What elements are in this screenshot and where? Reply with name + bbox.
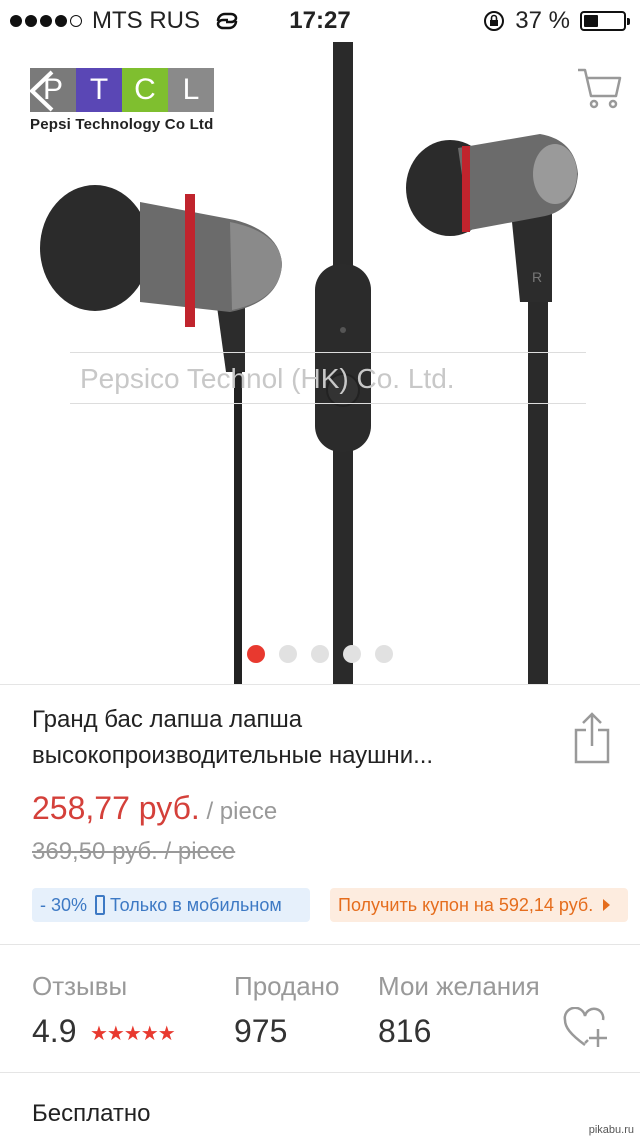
price-unit: / piece	[199, 798, 278, 825]
mobile-discount-badge: - 30% Только в мобильном	[32, 888, 310, 922]
product-title[interactable]: Гранд бас лапша лапша высокопроизводител…	[32, 702, 532, 774]
product-price: 258,77 руб. / piece	[32, 790, 277, 827]
shipping-label[interactable]: Бесплатно	[32, 1100, 151, 1128]
pager-dot[interactable]	[311, 645, 329, 663]
phone-icon	[95, 895, 106, 915]
wishlist-value: 816	[378, 1013, 432, 1049]
pager-dot[interactable]	[279, 645, 297, 663]
sold-label: Продано	[234, 971, 340, 1001]
battery-icon	[580, 11, 630, 31]
wishlist-label: Мои желания	[378, 971, 540, 1001]
discount-percent: - 30%	[40, 894, 88, 915]
rating-stars: ★★★★★	[90, 1023, 176, 1045]
get-coupon-button[interactable]: Получить купон на 592,14 руб.	[330, 888, 628, 922]
status-bar: MTS RUS 17:27 37 %	[0, 0, 640, 42]
rotation-lock-icon	[484, 11, 505, 31]
logo-letter-t: T	[76, 68, 122, 112]
back-chevron-icon[interactable]	[22, 68, 62, 114]
price-value: 258,77 руб.	[32, 790, 200, 826]
old-price: 369,50 руб. / piece	[32, 838, 236, 865]
rating-value[interactable]: 4.9	[32, 1013, 76, 1050]
coupon-label: Получить купон на 592,14 руб.	[338, 894, 594, 915]
sold-value: 975	[234, 1013, 288, 1049]
reviews-label[interactable]: Отзывы	[32, 971, 127, 1002]
svg-text:R: R	[532, 269, 542, 285]
product-stats: Отзывы 4.9 ★★★★★ Продано 975 Мои желания…	[0, 945, 640, 1071]
pager-dot[interactable]	[247, 645, 265, 663]
site-watermark: pikabu.ru	[588, 1124, 634, 1136]
arrow-right-icon	[603, 899, 611, 911]
logo-letter-l: L	[168, 68, 214, 112]
brand-subtitle: Pepsi Technology Co Ltd	[30, 116, 214, 133]
add-to-wishlist-heart-icon[interactable]	[562, 1007, 608, 1049]
logo-letter-c: C	[122, 68, 168, 112]
battery-percent: 37 %	[515, 7, 570, 34]
mobile-only-label: Только в мобильном	[110, 894, 282, 915]
image-pager[interactable]	[0, 645, 640, 663]
cart-icon[interactable]	[576, 66, 622, 110]
divider	[0, 684, 640, 685]
product-image-gallery[interactable]: R Pepsico Technol (HK) Co. Ltd. PTCL Pep…	[0, 42, 640, 684]
pager-dot[interactable]	[375, 645, 393, 663]
share-icon[interactable]	[572, 712, 612, 764]
divider	[0, 1072, 640, 1073]
image-watermark: Pepsico Technol (HK) Co. Ltd.	[70, 352, 586, 404]
status-right: 37 %	[483, 7, 630, 35]
pager-dot[interactable]	[343, 645, 361, 663]
